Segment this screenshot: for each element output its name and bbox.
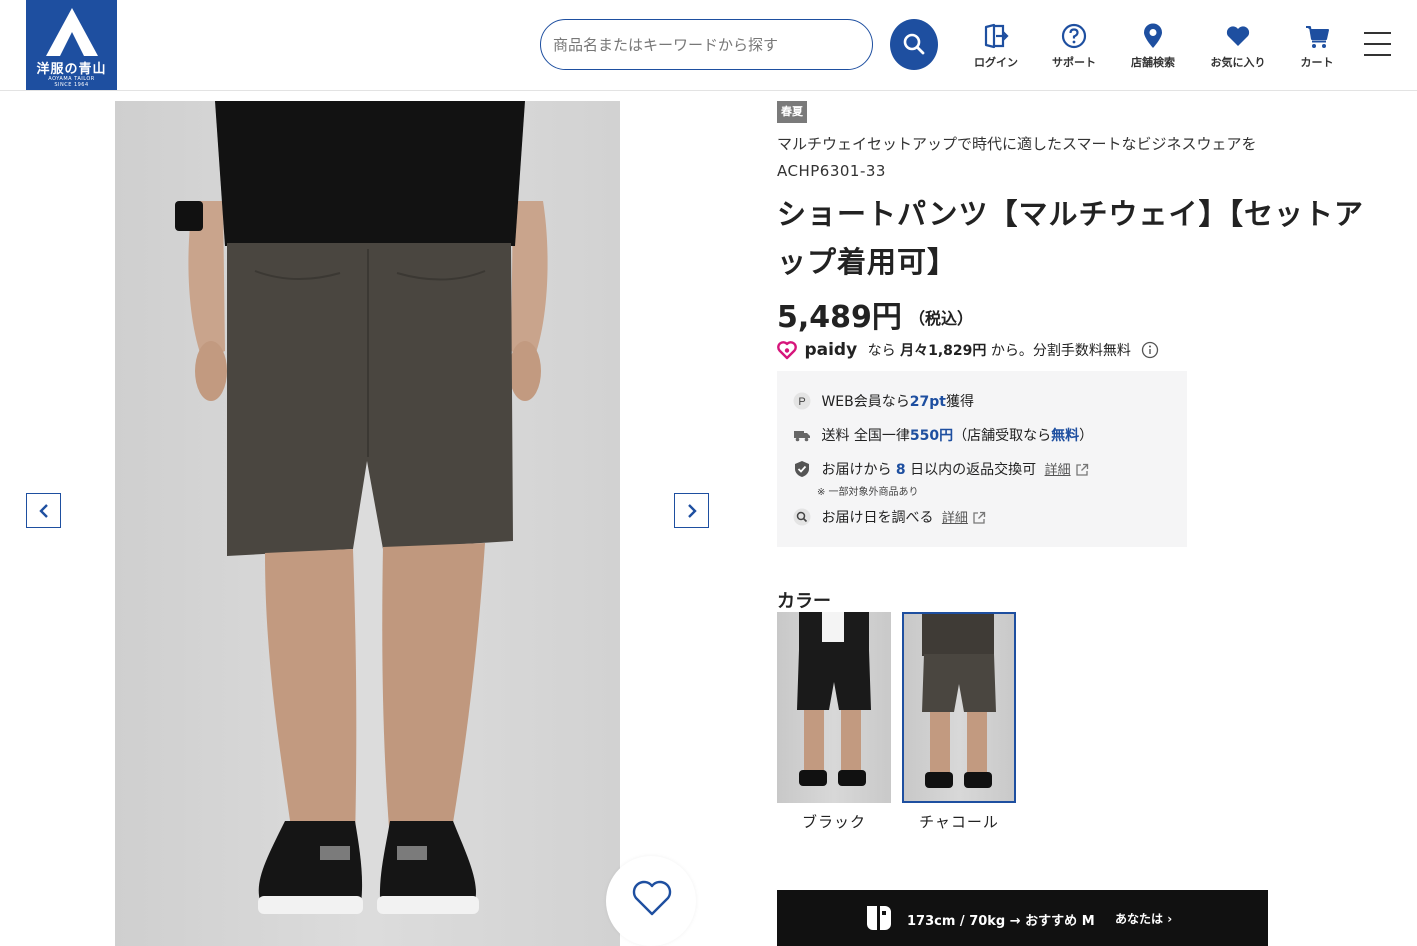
chevron-left-icon [39, 504, 48, 518]
site-header: 洋服の青山 AOYAMA TAILOR SINCE 1964 ログイン サポート [0, 0, 1417, 91]
tax-note: （税込） [909, 309, 974, 328]
returns-note: ※ 一部対象外商品あり [817, 487, 919, 498]
heart-icon [1226, 26, 1250, 46]
product-title: ショートパンツ【マルチウェイ】【セットアップ着用可】 [777, 197, 1364, 279]
swatch-charcoal-image [922, 614, 996, 788]
search-input[interactable] [553, 32, 853, 58]
chevron-right-icon [688, 504, 697, 518]
product-photo-illustration [175, 101, 548, 914]
product-sku: ACHP6301-33 [777, 162, 886, 180]
product-price: 5,489円 [777, 300, 902, 335]
search-icon [903, 33, 925, 55]
nav-support[interactable]: サポート [1043, 22, 1105, 72]
nav-cart[interactable]: カート [1291, 22, 1343, 72]
returns-info: お届けから 8 日以内の返品交換可 詳細 [793, 459, 1089, 479]
external-link-icon [1076, 463, 1089, 476]
logo-mark-icon [46, 8, 98, 56]
nav-store-search-label: 店舗検索 [1131, 56, 1175, 69]
svg-text:P: P [798, 396, 805, 408]
color-swatch-charcoal[interactable] [902, 612, 1016, 803]
points-icon: P [793, 392, 811, 410]
swatch-black-image [797, 612, 871, 786]
nav-cart-label: カート [1300, 56, 1334, 69]
paidy-installment: paidy なら 月々1,829円 から。分割手数料無料 [777, 340, 1159, 362]
nav-favorites-label: お気に入り [1210, 56, 1266, 69]
product-catch-copy: マルチウェイセットアップで時代に適したスマートなビジネスウェアを [777, 135, 1257, 153]
nav-login[interactable]: ログイン [965, 22, 1027, 72]
add-to-favorites-button[interactable] [606, 856, 696, 946]
color-label-black: ブラック [801, 813, 866, 831]
paidy-suffix: から。分割手数料無料 [990, 343, 1131, 359]
fit-you-link[interactable]: あなたは › [1115, 910, 1172, 927]
help-icon [1061, 23, 1087, 49]
points-info: P WEB会員なら27pt獲得 [793, 391, 974, 411]
location-pin-icon [1144, 23, 1162, 48]
gallery-prev-button[interactable] [26, 493, 61, 528]
login-icon [984, 23, 1009, 49]
returns-days: 8 [895, 462, 906, 478]
truck-icon [794, 431, 810, 442]
logo-text: 洋服の青山 [36, 62, 107, 77]
shipping-info: 送料 全国一律550円（店舗受取なら無料） [793, 425, 1093, 445]
paidy-monthly: 月々1,829円 [900, 343, 987, 359]
shield-check-icon [795, 461, 809, 477]
points-value: 27pt [909, 394, 946, 410]
nav-favorites[interactable]: お気に入り [1201, 22, 1275, 72]
brand-logo[interactable]: 洋服の青山 AOYAMA TAILOR SINCE 1964 [26, 0, 117, 90]
paidy-logo-icon [777, 341, 797, 360]
season-badge: 春夏 [777, 101, 807, 123]
fit-recommendation-text: 173cm / 70kg → おすすめ M [907, 914, 1095, 929]
nav-support-label: サポート [1052, 56, 1096, 69]
paidy-prefix: なら [867, 343, 896, 359]
search-small-icon [793, 508, 811, 526]
shipping-free: 無料 [1051, 428, 1080, 444]
info-icon[interactable] [1141, 341, 1159, 359]
paidy-brand: paidy [804, 340, 858, 360]
cart-icon [1306, 26, 1329, 48]
heart-outline-icon [632, 880, 672, 916]
delivery-date-info: お届け日を調べる 詳細 [793, 507, 986, 527]
external-link-icon [973, 511, 986, 524]
nav-store-search[interactable]: 店舗検索 [1122, 22, 1184, 72]
search-box [540, 19, 873, 70]
color-swatch-black[interactable] [777, 612, 891, 803]
color-label-charcoal: チャコール [919, 813, 999, 831]
color-heading: カラー [777, 591, 831, 612]
menu-icon[interactable] [1364, 32, 1392, 56]
returns-detail-link[interactable]: 詳細 [1045, 463, 1071, 478]
search-button[interactable] [890, 19, 938, 70]
fit-logo-icon [867, 906, 891, 930]
nav-login-label: ログイン [974, 56, 1018, 69]
delivery-detail-link[interactable]: 詳細 [942, 511, 968, 526]
purchase-benefits-box: P WEB会員なら27pt獲得 送料 全国一律550円（店舗受取なら無料） お届… [777, 371, 1187, 547]
gallery-next-button[interactable] [674, 493, 709, 528]
product-main-image [115, 101, 620, 946]
logo-subtext: AOYAMA TAILOR SINCE 1964 [48, 76, 95, 88]
shipping-fee: 550円 [909, 428, 954, 444]
size-recommendation-bar[interactable]: 173cm / 70kg → おすすめ M あなたは › [777, 890, 1268, 946]
